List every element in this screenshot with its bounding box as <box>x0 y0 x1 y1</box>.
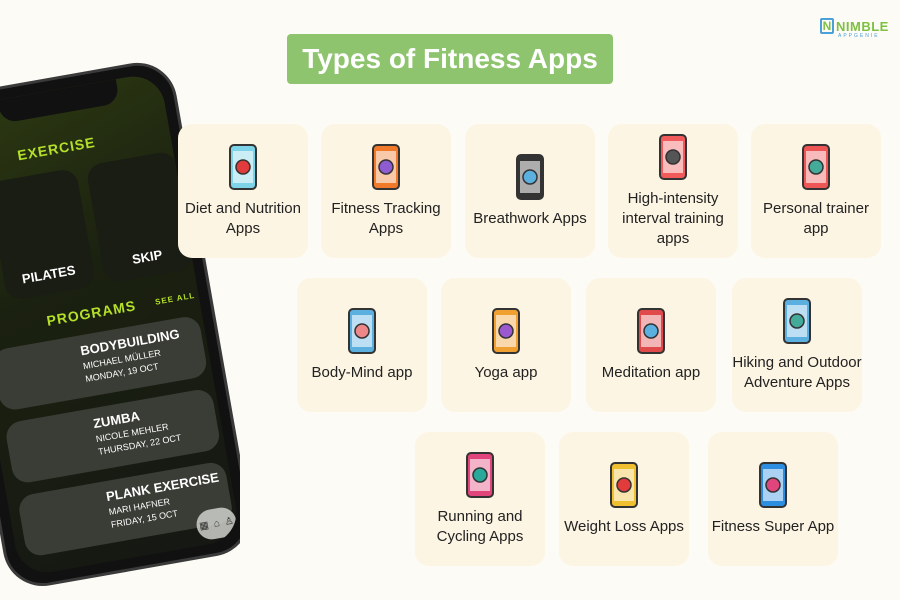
app-type-label: Body-Mind app <box>311 364 413 381</box>
logo-name: NIMBLE <box>836 18 889 34</box>
smartwatch-hand-icon <box>777 297 817 345</box>
page-title: Types of Fitness Apps <box>287 34 613 84</box>
app-type-card: Fitness Tracking Apps <box>321 124 451 258</box>
app-type-card: High-intensity interval training apps <box>608 124 738 258</box>
profile-icon[interactable]: ♙ <box>224 515 235 527</box>
app-type-label: Weight Loss Apps <box>564 518 684 535</box>
logo: N NIMBLE APPGENIE <box>820 18 889 39</box>
app-type-card: Weight Loss Apps <box>559 432 689 566</box>
yoga-phone-icon <box>486 307 526 355</box>
see-all-link[interactable]: SEE ALL <box>154 291 195 307</box>
app-type-label: Meditation app <box>601 364 701 381</box>
apple-phone-icon <box>223 143 263 191</box>
cycling-phone-icon <box>460 451 500 499</box>
phone-mockup: EXERCISE PILATES SKIP PROGRAMS SEE ALL B… <box>0 0 240 600</box>
app-type-label: Yoga app <box>474 364 538 381</box>
exercise-card-pilates[interactable]: PILATES <box>0 167 97 302</box>
app-type-card: Yoga app <box>441 278 571 412</box>
app-type-label: Hiking and Outdoor Adventure Apps <box>732 354 862 391</box>
calendar-icon[interactable]: ▦ <box>198 519 209 531</box>
trainer-watch-icon <box>796 143 836 191</box>
app-type-label: Fitness Super App <box>711 518 835 535</box>
map-tracking-icon <box>366 143 406 191</box>
runner-phone-icon <box>753 461 793 509</box>
app-type-label: Personal trainer app <box>763 200 869 237</box>
app-type-card: Personal trainer app <box>751 124 881 258</box>
programs-heading: PROGRAMS <box>45 297 138 329</box>
app-type-card: Body-Mind app <box>297 278 427 412</box>
app-type-card: Meditation app <box>586 278 716 412</box>
phone-wind-icon <box>510 153 550 201</box>
app-type-label: Diet and Nutrition Apps <box>185 200 301 237</box>
app-type-label: Breathwork Apps <box>473 210 587 227</box>
exercise-heading: EXERCISE <box>16 133 97 164</box>
brain-phone-icon <box>342 307 382 355</box>
apple-scale-icon <box>604 461 644 509</box>
meditation-phone-icon <box>631 307 671 355</box>
logo-mark-icon: N <box>820 18 834 34</box>
logo-sub: APPGENIE <box>838 33 880 39</box>
dumbbell-phone-icon <box>653 133 693 181</box>
home-icon[interactable]: ⌂ <box>213 518 221 530</box>
app-type-card: Fitness Super App <box>708 432 838 566</box>
app-type-label: High-intensity interval training apps <box>622 190 724 247</box>
app-type-label: Running and Cycling Apps <box>436 508 524 545</box>
app-type-card: Running and Cycling Apps <box>415 432 545 566</box>
app-type-label: Fitness Tracking Apps <box>331 200 441 237</box>
app-type-card: Diet and Nutrition Apps <box>178 124 308 258</box>
phone-notch <box>0 79 120 124</box>
app-type-card: Hiking and Outdoor Adventure Apps <box>732 278 862 412</box>
app-type-card: Breathwork Apps <box>465 124 595 258</box>
